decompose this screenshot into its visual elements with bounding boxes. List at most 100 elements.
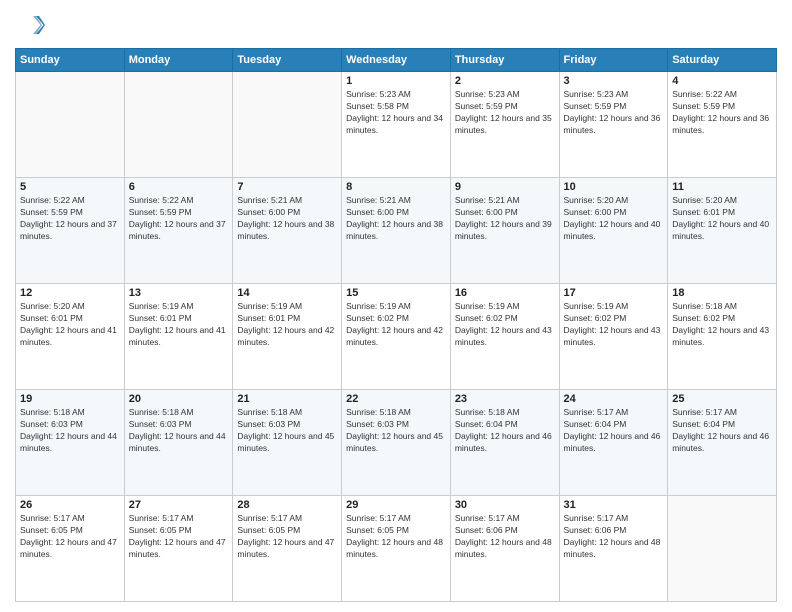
day-cell-9: 9Sunrise: 5:21 AMSunset: 6:00 PMDaylight… [450, 178, 559, 284]
day-info: Sunrise: 5:19 AMSunset: 6:01 PMDaylight:… [129, 301, 229, 349]
day-number: 27 [129, 499, 229, 511]
day-number: 31 [564, 499, 664, 511]
day-info: Sunrise: 5:17 AMSunset: 6:05 PMDaylight:… [237, 513, 337, 561]
day-info: Sunrise: 5:23 AMSunset: 5:58 PMDaylight:… [346, 89, 446, 137]
day-info: Sunrise: 5:17 AMSunset: 6:06 PMDaylight:… [564, 513, 664, 561]
day-info: Sunrise: 5:18 AMSunset: 6:02 PMDaylight:… [672, 301, 772, 349]
day-cell-23: 23 Sunrise: 5:18 AMSunset: 6:04 PMDayligh… [450, 390, 559, 496]
weekday-header-wednesday: Wednesday [342, 49, 451, 72]
day-cell-empty [668, 496, 777, 602]
day-number: 20 [129, 393, 229, 405]
day-cell-24: 24 Sunrise: 5:17 AMSunset: 6:04 PMDayligh… [559, 390, 668, 496]
day-cell-22: 22Sunrise: 5:18 AMSunset: 6:03 PMDayligh… [342, 390, 451, 496]
page: SundayMondayTuesdayWednesdayThursdayFrid… [0, 0, 792, 612]
day-number: 25 [672, 393, 772, 405]
day-info: Sunrise: 5:19 AMSunset: 6:02 PMDaylight:… [346, 301, 446, 349]
day-info: Sunrise: 5:22 AMSunset: 5:59 PMDaylight:… [672, 89, 772, 137]
day-cell-20: 20 Sunrise: 5:18 AMSunset: 6:03 PMDayligh… [124, 390, 233, 496]
day-number: 5 [20, 181, 120, 193]
weekday-header-sunday: Sunday [16, 49, 125, 72]
weekday-header-friday: Friday [559, 49, 668, 72]
day-info: Sunrise: 5:19 AMSunset: 6:02 PMDaylight:… [564, 301, 664, 349]
day-number: 1 [346, 75, 446, 87]
day-info: Sunrise: 5:22 AMSunset: 5:59 PMDaylight:… [129, 195, 229, 243]
day-info: Sunrise: 5:17 AMSunset: 6:04 PMDaylight:… [672, 407, 772, 455]
day-number: 17 [564, 287, 664, 299]
day-info: Sunrise: 5:18 AMSunset: 6:04 PMDaylight:… [455, 407, 555, 455]
day-info: Sunrise: 5:17 AMSunset: 6:05 PMDaylight:… [129, 513, 229, 561]
day-number: 11 [672, 181, 772, 193]
day-info: Sunrise: 5:20 AMSunset: 6:01 PMDaylight:… [20, 301, 120, 349]
calendar-table: SundayMondayTuesdayWednesdayThursdayFrid… [15, 48, 777, 602]
week-row-4: 19Sunrise: 5:18 AMSunset: 6:03 PMDayligh… [16, 390, 777, 496]
day-number: 14 [237, 287, 337, 299]
day-cell-14: 14Sunrise: 5:19 AMSunset: 6:01 PMDayligh… [233, 284, 342, 390]
day-cell-3: 3Sunrise: 5:23 AMSunset: 5:59 PMDaylight… [559, 72, 668, 178]
day-number: 6 [129, 181, 229, 193]
logo-icon [15, 10, 45, 40]
week-row-2: 5 Sunrise: 5:22 AMSunset: 5:59 PMDaylight… [16, 178, 777, 284]
day-info: Sunrise: 5:19 AMSunset: 6:02 PMDaylight:… [455, 301, 555, 349]
day-number: 13 [129, 287, 229, 299]
day-number: 12 [20, 287, 120, 299]
day-cell-19: 19Sunrise: 5:18 AMSunset: 6:03 PMDayligh… [16, 390, 125, 496]
day-info: Sunrise: 5:17 AMSunset: 6:05 PMDaylight:… [20, 513, 120, 561]
day-number: 28 [237, 499, 337, 511]
day-info: Sunrise: 5:18 AMSunset: 6:03 PMDaylight:… [237, 407, 337, 455]
logo [15, 10, 49, 40]
day-cell-18: 18 Sunrise: 5:18 AMSunset: 6:02 PMDayligh… [668, 284, 777, 390]
day-info: Sunrise: 5:21 AMSunset: 6:00 PMDaylight:… [346, 195, 446, 243]
day-cell-empty [16, 72, 125, 178]
day-info: Sunrise: 5:20 AMSunset: 6:00 PMDaylight:… [564, 195, 664, 243]
day-number: 10 [564, 181, 664, 193]
day-info: Sunrise: 5:18 AMSunset: 6:03 PMDaylight:… [129, 407, 229, 455]
header [15, 10, 777, 40]
day-cell-4: 4 Sunrise: 5:22 AMSunset: 5:59 PMDaylight… [668, 72, 777, 178]
day-cell-10: 10 Sunrise: 5:20 AMSunset: 6:00 PMDayligh… [559, 178, 668, 284]
day-number: 4 [672, 75, 772, 87]
day-info: Sunrise: 5:22 AMSunset: 5:59 PMDaylight:… [20, 195, 120, 243]
day-number: 30 [455, 499, 555, 511]
weekday-header-monday: Monday [124, 49, 233, 72]
day-cell-15: 15Sunrise: 5:19 AMSunset: 6:02 PMDayligh… [342, 284, 451, 390]
day-info: Sunrise: 5:23 AMSunset: 5:59 PMDaylight:… [455, 89, 555, 137]
weekday-header-saturday: Saturday [668, 49, 777, 72]
week-row-1: 1 Sunrise: 5:23 AMSunset: 5:58 PMDaylight… [16, 72, 777, 178]
day-cell-26: 26 Sunrise: 5:17 AMSunset: 6:05 PMDayligh… [16, 496, 125, 602]
day-info: Sunrise: 5:18 AMSunset: 6:03 PMDaylight:… [20, 407, 120, 455]
weekday-header-thursday: Thursday [450, 49, 559, 72]
day-cell-30: 30 Sunrise: 5:17 AMSunset: 6:06 PMDayligh… [450, 496, 559, 602]
day-number: 24 [564, 393, 664, 405]
day-number: 21 [237, 393, 337, 405]
day-number: 23 [455, 393, 555, 405]
day-cell-28: 28 Sunrise: 5:17 AMSunset: 6:05 PMDayligh… [233, 496, 342, 602]
day-number: 18 [672, 287, 772, 299]
weekday-header-row: SundayMondayTuesdayWednesdayThursdayFrid… [16, 49, 777, 72]
day-cell-2: 2 Sunrise: 5:23 AMSunset: 5:59 PMDaylight… [450, 72, 559, 178]
day-cell-25: 25 Sunrise: 5:17 AMSunset: 6:04 PMDayligh… [668, 390, 777, 496]
day-cell-13: 13 Sunrise: 5:19 AMSunset: 6:01 PMDayligh… [124, 284, 233, 390]
weekday-header-tuesday: Tuesday [233, 49, 342, 72]
day-cell-5: 5 Sunrise: 5:22 AMSunset: 5:59 PMDaylight… [16, 178, 125, 284]
day-cell-empty [233, 72, 342, 178]
day-info: Sunrise: 5:17 AMSunset: 6:06 PMDaylight:… [455, 513, 555, 561]
day-cell-1: 1 Sunrise: 5:23 AMSunset: 5:58 PMDaylight… [342, 72, 451, 178]
day-cell-12: 12 Sunrise: 5:20 AMSunset: 6:01 PMDayligh… [16, 284, 125, 390]
day-number: 29 [346, 499, 446, 511]
day-cell-31: 31 Sunrise: 5:17 AMSunset: 6:06 PMDayligh… [559, 496, 668, 602]
day-cell-11: 11Sunrise: 5:20 AMSunset: 6:01 PMDayligh… [668, 178, 777, 284]
day-cell-29: 29Sunrise: 5:17 AMSunset: 6:05 PMDayligh… [342, 496, 451, 602]
day-number: 3 [564, 75, 664, 87]
day-number: 22 [346, 393, 446, 405]
day-info: Sunrise: 5:21 AMSunset: 6:00 PMDaylight:… [237, 195, 337, 243]
calendar-body: 1 Sunrise: 5:23 AMSunset: 5:58 PMDaylight… [16, 72, 777, 602]
day-number: 7 [237, 181, 337, 193]
day-cell-27: 27 Sunrise: 5:17 AMSunset: 6:05 PMDayligh… [124, 496, 233, 602]
day-number: 8 [346, 181, 446, 193]
day-cell-empty [124, 72, 233, 178]
day-number: 26 [20, 499, 120, 511]
day-info: Sunrise: 5:17 AMSunset: 6:04 PMDaylight:… [564, 407, 664, 455]
day-info: Sunrise: 5:21 AMSunset: 6:00 PMDaylight:… [455, 195, 555, 243]
day-number: 2 [455, 75, 555, 87]
day-cell-17: 17 Sunrise: 5:19 AMSunset: 6:02 PMDayligh… [559, 284, 668, 390]
